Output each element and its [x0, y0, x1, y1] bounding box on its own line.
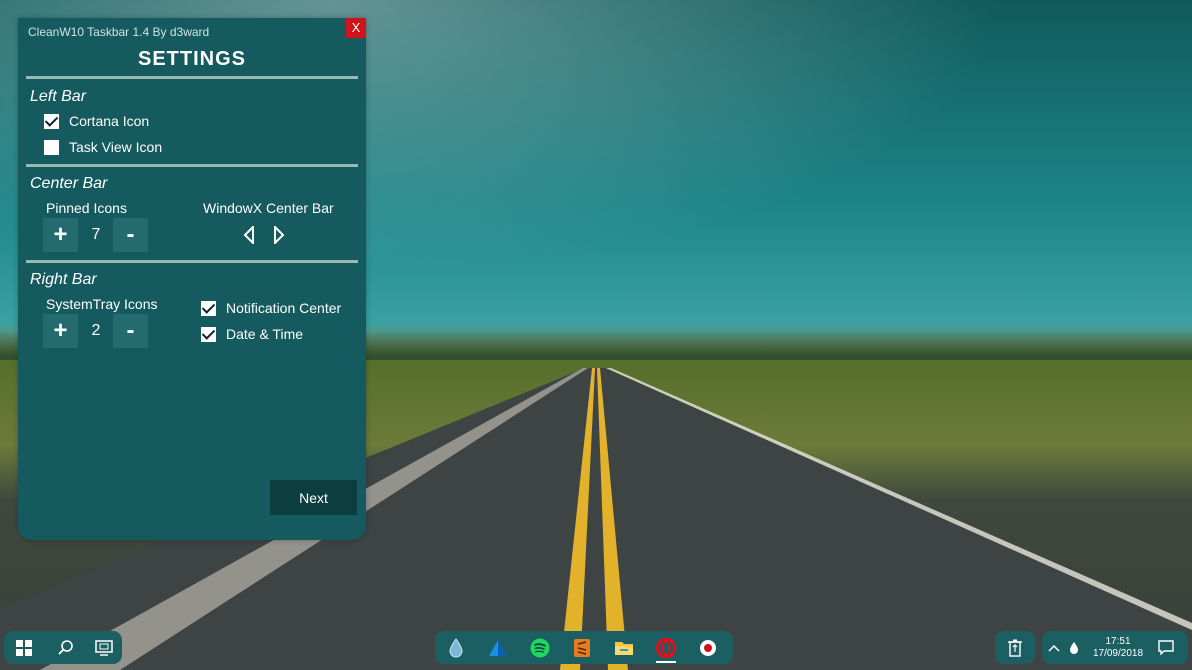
cortana-label: Cortana Icon — [69, 113, 150, 129]
next-button[interactable]: Next — [270, 480, 357, 515]
divider — [26, 76, 358, 79]
spotify-icon[interactable] — [524, 631, 556, 664]
notification-center-checkbox[interactable] — [201, 300, 216, 316]
triangle-app-icon[interactable] — [482, 631, 514, 664]
clock-date: 17/09/2018 — [1092, 647, 1144, 659]
record-app-icon[interactable] — [692, 631, 724, 664]
notification-center-option[interactable]: Notification Center — [201, 300, 341, 316]
close-button[interactable]: X — [346, 18, 366, 38]
notification-center-icon[interactable] — [1152, 631, 1180, 664]
cortana-option[interactable]: Cortana Icon — [44, 113, 149, 129]
sublime-text-icon[interactable] — [566, 631, 598, 664]
windowx-center-bar-label: WindowX Center Bar — [203, 200, 334, 216]
pinned-plus-button[interactable]: + — [43, 218, 78, 252]
date-time-option[interactable]: Date & Time — [201, 326, 303, 342]
systray-plus-button[interactable]: + — [43, 314, 78, 348]
notification-center-label: Notification Center — [226, 300, 342, 316]
clock-time: 17:51 — [1105, 635, 1131, 647]
systemtray-icons-label: SystemTray Icons — [46, 296, 158, 312]
center-bar-title: Center Bar — [30, 175, 108, 192]
right-bar-title: Right Bar — [30, 271, 97, 288]
task-view-option[interactable]: Task View Icon — [44, 139, 162, 155]
file-explorer-icon[interactable] — [608, 631, 640, 664]
droplet-tray-icon[interactable] — [1064, 631, 1084, 664]
date-time-checkbox[interactable] — [201, 326, 216, 342]
active-indicator — [656, 661, 676, 663]
divider — [26, 164, 358, 167]
task-view-checkbox[interactable] — [44, 139, 59, 155]
pinned-icons-value: 7 — [91, 226, 101, 243]
chevron-up-icon[interactable] — [1044, 631, 1064, 664]
task-view-icon[interactable] — [88, 631, 120, 664]
opera-icon[interactable] — [650, 631, 682, 664]
taskbar-left-group — [4, 631, 122, 664]
clock[interactable]: 17:51 17/09/2018 — [1084, 636, 1152, 660]
search-icon[interactable] — [50, 631, 82, 664]
pinned-minus-button[interactable]: - — [113, 218, 148, 252]
taskbar-center-group — [435, 631, 733, 664]
left-bar-title: Left Bar — [30, 88, 87, 105]
pinned-icons-label: Pinned Icons — [46, 200, 127, 216]
settings-window: CleanW10 Taskbar 1.4 By d3ward X SETTING… — [18, 18, 366, 540]
droplet-app-icon[interactable] — [440, 631, 472, 664]
taskbar-system-tray: 17:51 17/09/2018 — [1042, 631, 1188, 664]
windows-start-icon[interactable] — [8, 631, 40, 664]
recycle-bin-icon[interactable] — [999, 631, 1031, 664]
task-view-label: Task View Icon — [69, 139, 163, 155]
settings-heading: SETTINGS — [137, 48, 246, 70]
window-title: CleanW10 Taskbar 1.4 By d3ward — [28, 25, 210, 39]
cortana-checkbox[interactable] — [44, 113, 59, 129]
divider — [26, 260, 358, 263]
systemtray-icons-value: 2 — [91, 322, 101, 339]
systray-minus-button[interactable]: - — [113, 314, 148, 348]
chevron-left-icon[interactable] — [242, 226, 256, 244]
chevron-right-icon[interactable] — [272, 226, 286, 244]
taskbar-tray-left — [995, 631, 1035, 664]
date-time-label: Date & Time — [226, 326, 304, 342]
